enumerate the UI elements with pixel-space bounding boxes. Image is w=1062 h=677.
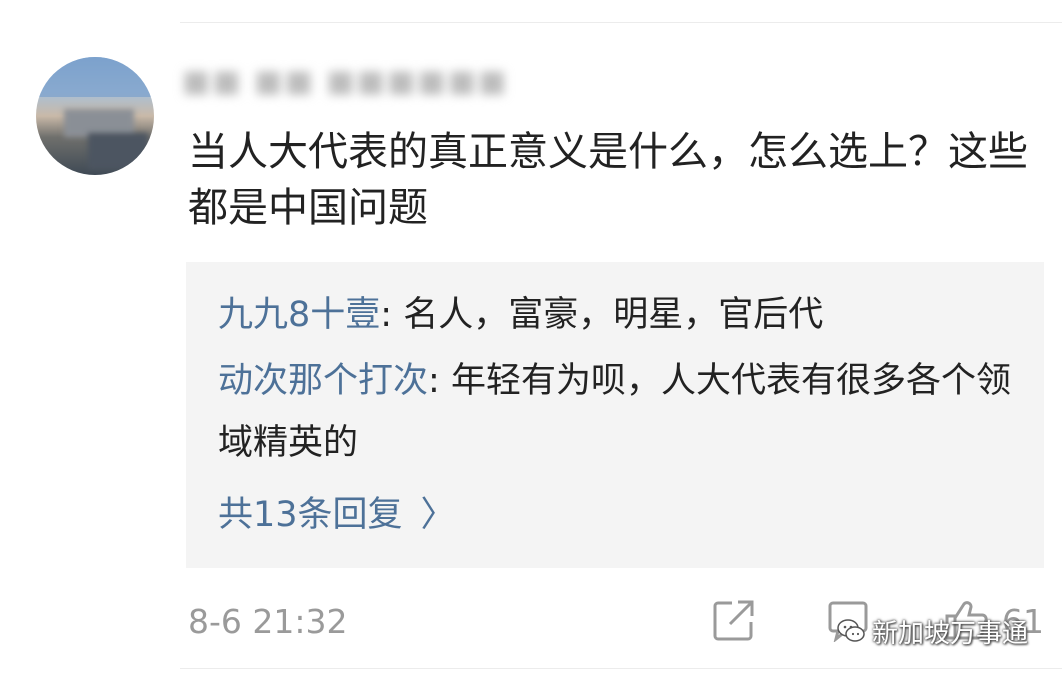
top-divider [180, 22, 1062, 23]
reply-item: 九九8十壹: 名人，富豪，明星，官后代 [218, 284, 1018, 346]
comment-text: 当人大代表的真正意义是什么，怎么选上？这些都是中国问题 [188, 129, 1028, 231]
reply-author[interactable]: 九九8十壹 [218, 295, 380, 335]
reply-author[interactable]: 动次那个打次 [218, 361, 428, 401]
wechat-icon [837, 619, 865, 642]
username[interactable]: ■■ ■■ ■■■■■■ [182, 62, 512, 102]
reply-panel: 九九8十壹: 名人，富豪，明星，官后代 动次那个打次: 年轻有为呗，人大代表有很… [186, 262, 1044, 568]
reply-separator: : [428, 361, 451, 401]
bottom-divider [180, 668, 1062, 669]
more-replies-label: 共13条回复 [218, 495, 403, 535]
reply-separator: : [380, 295, 404, 335]
timestamp: 8-6 21:32 [188, 602, 348, 641]
watermark-text: 新加坡万事通 [872, 618, 1029, 649]
reply-text: 名人，富豪，明星，官后代 [403, 295, 824, 335]
watermark: 新加坡万事通 [836, 610, 1028, 652]
comment-card: ■■ ■■ ■■■■■■ 当人大代表的真正意义是什么，怎么选上？这些都是中国问题… [0, 0, 1062, 677]
share-icon[interactable] [712, 598, 756, 642]
chevron-right-icon: 〉 [420, 495, 456, 535]
reply-item: 动次那个打次: 年轻有为呗，人大代表有很多各个领域精英的 [218, 350, 1018, 474]
avatar[interactable] [36, 57, 154, 175]
more-replies-link[interactable]: 共13条回复〉 [218, 484, 456, 546]
